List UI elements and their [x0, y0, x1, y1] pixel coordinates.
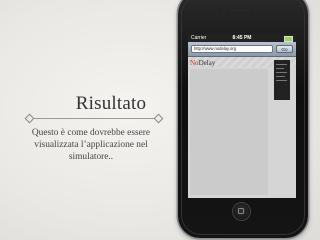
side-panel-line — [276, 72, 287, 73]
home-button[interactable] — [233, 203, 250, 220]
phone-screen: Carrier 8:45 PM Go NoDelay — [188, 34, 296, 198]
title-divider — [30, 118, 158, 119]
status-bar: Carrier 8:45 PM — [188, 34, 296, 42]
earpiece-speaker — [228, 9, 252, 12]
side-panel-line — [276, 76, 285, 77]
slide-subtitle: Questo è come dovrebbe essere visualizza… — [31, 128, 151, 162]
side-panel-line — [276, 80, 287, 81]
slide-title: Risultato — [75, 93, 147, 114]
site-logo[interactable]: NoDelay — [190, 59, 215, 67]
logo-part-b: Delay — [198, 59, 216, 67]
side-panel-line — [276, 68, 284, 69]
page-content — [190, 69, 268, 195]
front-camera-icon — [219, 8, 223, 12]
web-view[interactable]: NoDelay — [188, 57, 296, 198]
home-square-icon — [238, 208, 244, 214]
battery-icon — [284, 36, 293, 42]
side-panel-line — [276, 64, 287, 65]
side-panel — [274, 60, 290, 100]
logo-part-a: No — [190, 59, 199, 67]
url-input[interactable] — [191, 45, 273, 53]
go-button[interactable]: Go — [276, 45, 293, 53]
browser-toolbar: Go — [188, 42, 296, 57]
status-time: 8:45 PM — [232, 35, 252, 41]
